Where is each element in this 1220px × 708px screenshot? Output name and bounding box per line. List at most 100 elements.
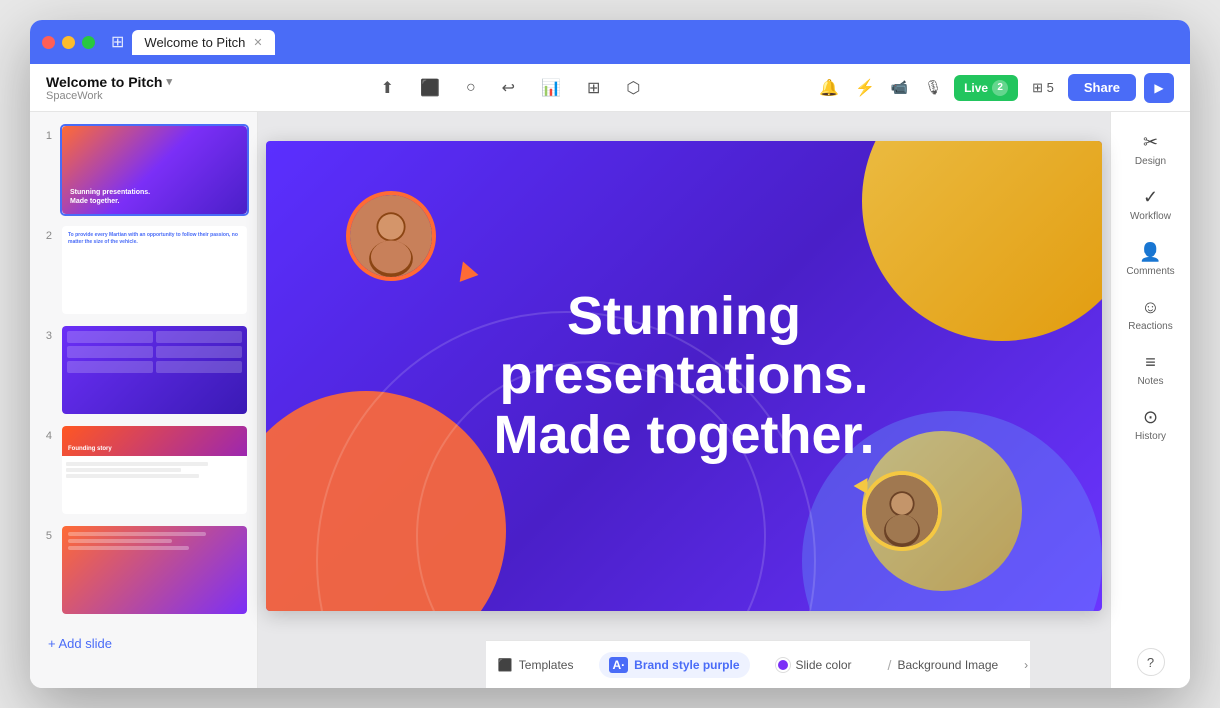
slide-count-value: 5: [1047, 80, 1054, 95]
slide-preview-4[interactable]: Founding story: [60, 424, 249, 516]
cursor-arrow-orange: [454, 258, 479, 282]
slide-thumb-3[interactable]: 3: [38, 324, 249, 416]
toolbar: Welcome to Pitch ▾ SpaceWork ⬆ ⬛ ○ ↩ 📊 ⊞…: [30, 64, 1190, 112]
slide-number-5: 5: [38, 530, 52, 542]
app-window: ⊞ Welcome to Pitch ✕ Welcome to Pitch ▾ …: [30, 20, 1190, 688]
reactions-tool[interactable]: ☺ Reactions: [1117, 289, 1185, 340]
slide-number-4: 4: [38, 430, 52, 442]
slide-thumb-5[interactable]: 5: [38, 524, 249, 616]
design-label: Design: [1135, 156, 1166, 167]
slide-main-text: Stunning presentations. Made together.: [384, 287, 984, 465]
main-content: 1 Stunning presentations.Made together. …: [30, 112, 1190, 688]
notes-tool[interactable]: ≡ Notes: [1117, 344, 1185, 395]
avatar-bottom-right: [862, 471, 942, 551]
minimize-button[interactable]: [62, 36, 75, 49]
slide-thumb-2[interactable]: 2 To provide every Martian with an oppor…: [38, 224, 249, 316]
grid-icon: ⊞: [111, 32, 124, 52]
help-icon: ?: [1147, 655, 1154, 670]
chevron-down-icon[interactable]: ▾: [166, 75, 172, 88]
templates-label: Templates: [519, 658, 574, 672]
slide-line1: Stunning presentations.: [384, 287, 984, 406]
image-tool-icon[interactable]: ⬛: [416, 74, 444, 102]
background-label: Background Image: [897, 658, 998, 672]
bolt-icon[interactable]: ⚡: [851, 74, 879, 102]
workflow-tool[interactable]: ✓ Workflow: [1117, 179, 1185, 230]
slide-canvas[interactable]: Stunning presentations. Made together.: [266, 141, 1102, 611]
avatar-top-left: [346, 191, 436, 281]
slide-thumb-4[interactable]: 4 Founding story: [38, 424, 249, 516]
brand-style-button[interactable]: A· Brand style purple: [599, 652, 749, 678]
slide-color-button[interactable]: Slide color: [766, 653, 862, 677]
comments-icon: 👤: [1139, 242, 1161, 263]
camera-icon[interactable]: 📹: [887, 75, 912, 100]
arrow-tool-icon[interactable]: ↩: [498, 74, 519, 102]
live-button[interactable]: Live 2: [954, 75, 1018, 101]
play-button[interactable]: ▶: [1144, 73, 1174, 103]
history-tool[interactable]: ⊙ History: [1117, 399, 1185, 450]
canvas-wrapper: Stunning presentations. Made together. ⬛…: [258, 112, 1110, 688]
help-button[interactable]: ?: [1137, 648, 1165, 676]
slide-preview-1[interactable]: Stunning presentations.Made together.: [60, 124, 249, 216]
design-icon: ✂: [1143, 132, 1158, 153]
slide-preview-5[interactable]: [60, 524, 249, 616]
slide-number-1: 1: [38, 130, 52, 142]
share-button[interactable]: Share: [1068, 74, 1136, 101]
reactions-icon: ☺: [1141, 297, 1159, 318]
history-icon: ⊙: [1143, 407, 1158, 428]
slide5-content: [62, 526, 247, 559]
toolbar-tools: ⬆ ⬛ ○ ↩ 📊 ⊞ ⬡: [206, 74, 815, 102]
bell-icon[interactable]: 🔔: [815, 74, 843, 102]
embed-tool-icon[interactable]: ⬡: [622, 74, 644, 102]
add-slide-button[interactable]: + Add slide: [38, 628, 249, 659]
add-slide-label: + Add slide: [48, 636, 112, 651]
notes-label: Notes: [1137, 376, 1163, 387]
toolbar-actions: 🔔 ⚡ 📹 🎙 Live 2 ⊞ 5 Share ▶: [815, 73, 1174, 103]
play-icon: ▶: [1154, 81, 1163, 95]
history-label: History: [1135, 431, 1166, 442]
design-tool[interactable]: ✂ Design: [1117, 124, 1185, 175]
slide-number-3: 3: [38, 330, 52, 342]
text-tool-icon[interactable]: ⬆: [377, 74, 398, 102]
slide-color-label: Slide color: [796, 658, 852, 672]
slide1-text: Stunning presentations.Made together.: [70, 189, 150, 206]
background-icon: /: [888, 657, 892, 673]
live-count: 2: [992, 80, 1008, 96]
bottom-toolbar: ⬛ Templates A· Brand style purple Slide …: [486, 640, 1030, 688]
slide4-content: [62, 456, 247, 484]
maximize-button[interactable]: [82, 36, 95, 49]
comments-tool[interactable]: 👤 Comments: [1117, 234, 1185, 285]
background-image-button[interactable]: / Background Image: [878, 652, 1009, 678]
slide-preview-3[interactable]: [60, 324, 249, 416]
table-tool-icon[interactable]: ⊞: [583, 74, 604, 102]
workflow-label: Workflow: [1130, 211, 1171, 222]
close-button[interactable]: [42, 36, 55, 49]
canvas-background: Stunning presentations. Made together.: [266, 141, 1102, 611]
tab-close-icon[interactable]: ✕: [253, 36, 262, 49]
slide-line2: Made together.: [384, 406, 984, 465]
reactions-label: Reactions: [1128, 321, 1172, 332]
workspace-name: SpaceWork: [46, 90, 206, 102]
shape-tool-icon[interactable]: ○: [462, 75, 480, 101]
slide4-title: Founding story: [68, 446, 112, 452]
comments-label: Comments: [1126, 266, 1174, 277]
color-dot-icon: [776, 658, 790, 672]
slide-preview-2[interactable]: To provide every Martian with an opportu…: [60, 224, 249, 316]
avatar-face-1: [350, 195, 432, 277]
chart-tool-icon[interactable]: 📊: [537, 74, 565, 102]
live-label: Live: [964, 81, 988, 95]
more-options-chevron[interactable]: ›: [1024, 658, 1028, 672]
slide-panel: 1 Stunning presentations.Made together. …: [30, 112, 258, 688]
right-sidebar: ✂ Design ✓ Workflow 👤 Comments ☺ Reactio…: [1110, 112, 1190, 688]
brand-style-label: Brand style purple: [634, 658, 739, 672]
active-tab[interactable]: Welcome to Pitch ✕: [132, 30, 274, 55]
slide3-grid: [62, 326, 247, 378]
mic-icon[interactable]: 🎙: [920, 75, 946, 100]
templates-button[interactable]: ⬛ Templates: [488, 653, 584, 677]
slide-count-icon: ⊞: [1032, 80, 1047, 95]
avatar-face-2: [866, 475, 938, 547]
document-title[interactable]: Welcome to Pitch ▾: [46, 74, 206, 90]
tab-title: Welcome to Pitch: [144, 35, 245, 50]
slide-thumb-1[interactable]: 1 Stunning presentations.Made together.: [38, 124, 249, 216]
toolbar-title-area: Welcome to Pitch ▾ SpaceWork: [46, 74, 206, 102]
slide-count-button[interactable]: ⊞ 5: [1026, 76, 1060, 100]
